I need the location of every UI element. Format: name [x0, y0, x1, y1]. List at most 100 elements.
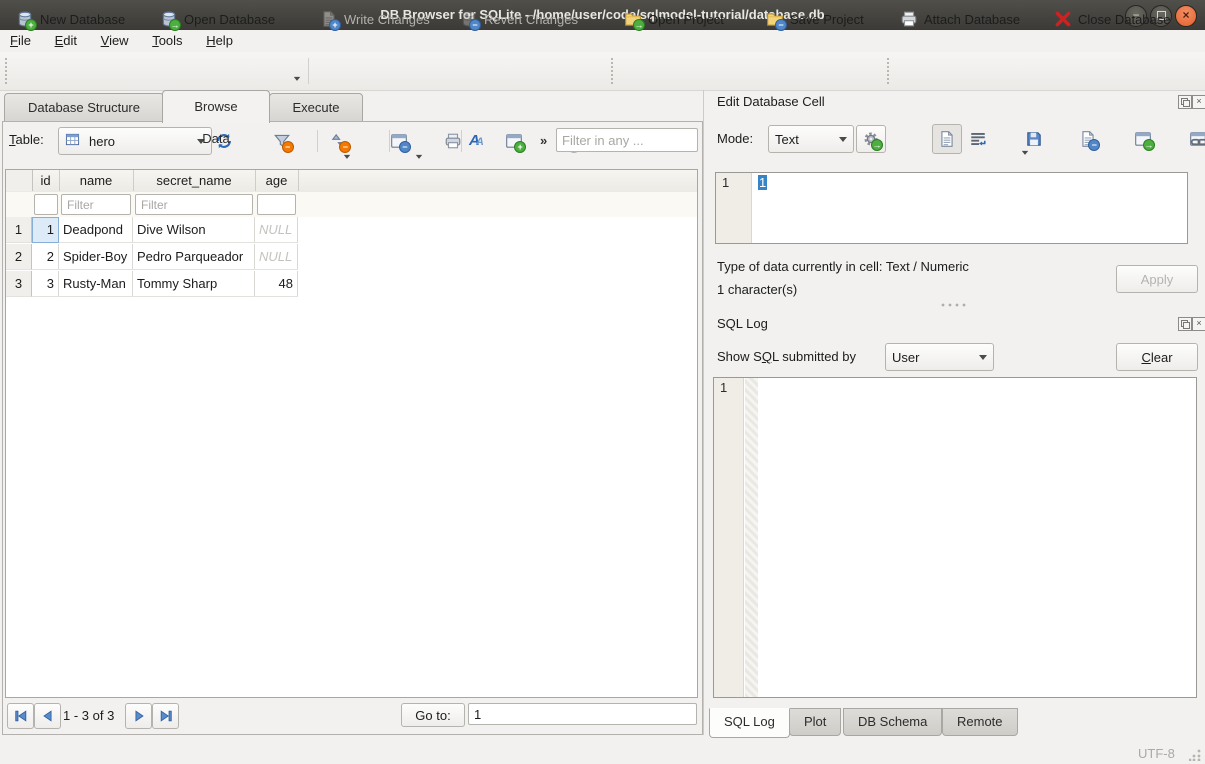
column-header-name[interactable]: name — [59, 170, 134, 191]
copy-table-button[interactable]: − — [390, 132, 408, 150]
cell-secret-name[interactable]: Dive Wilson — [133, 217, 255, 243]
data-grid: id name secret_name age 1 1 Deadpond Div… — [5, 169, 698, 698]
new-database-icon: + — [16, 10, 34, 28]
tab-db-schema[interactable]: DB Schema — [843, 708, 942, 736]
open-database-icon: → — [160, 10, 178, 28]
open-database-button[interactable]: → Open Database — [156, 6, 279, 32]
filter-age-input[interactable] — [257, 194, 296, 215]
tab-remote[interactable]: Remote — [942, 708, 1018, 736]
tab-sql-log[interactable]: SQL Log — [709, 708, 790, 738]
print-button[interactable] — [444, 132, 462, 150]
cell-id[interactable]: 3 — [32, 271, 59, 297]
toolbar-handle[interactable] — [4, 58, 8, 84]
cell-editor-content[interactable]: 1 — [758, 175, 767, 190]
cell-editor[interactable]: 1 1 — [715, 172, 1188, 244]
filter-any-column-input[interactable] — [556, 128, 698, 152]
cell-age[interactable]: NULL — [255, 244, 298, 270]
cell-name[interactable]: Spider-Boy — [59, 244, 133, 270]
auto-switch-mode-button[interactable]: → — [856, 125, 886, 153]
close-button[interactable]: × — [1175, 5, 1197, 27]
cell-secret-name[interactable]: Pedro Parqueador — [133, 244, 255, 270]
float-panel-icon[interactable] — [1178, 95, 1192, 109]
vertical-splitter[interactable] — [703, 90, 704, 735]
close-panel-icon[interactable]: × — [1192, 95, 1205, 109]
horizontal-splitter[interactable] — [940, 303, 970, 308]
clear-log-button[interactable]: Clear — [1116, 343, 1198, 371]
filter-secret-name-input[interactable] — [135, 194, 253, 215]
filter-id-input[interactable] — [34, 194, 58, 215]
write-changes-button: + Write Changes — [316, 6, 434, 32]
goto-input[interactable] — [468, 703, 697, 725]
cell-age[interactable]: 48 — [255, 271, 298, 297]
link-cell-button[interactable] — [1189, 130, 1205, 148]
menu-tools[interactable]: Tools — [142, 30, 192, 51]
row-number[interactable]: 3 — [6, 271, 32, 297]
first-page-button[interactable] — [7, 703, 34, 729]
text-mode-button[interactable] — [932, 124, 962, 154]
cell-name[interactable]: Rusty-Man — [59, 271, 133, 297]
clear-sorting-button[interactable]: − — [330, 132, 348, 150]
menu-edit[interactable]: Edit — [45, 30, 87, 51]
tab-database-structure[interactable]: Database Structure — [4, 93, 164, 122]
previous-page-button[interactable] — [34, 703, 61, 729]
pagination-bar: 1 - 3 of 3 Go to: — [5, 700, 700, 730]
column-header-secret-name[interactable]: secret_name — [133, 170, 256, 191]
toolbar-handle[interactable] — [886, 58, 890, 84]
table-selector[interactable]: hero — [58, 127, 212, 155]
copy-dropdown-icon[interactable] — [344, 155, 350, 162]
tab-browse-data[interactable]: Browse Data — [162, 90, 270, 123]
font-settings-button[interactable]: AA — [469, 132, 484, 149]
mode-label: Mode: — [717, 131, 753, 146]
save-project-icon: − — [766, 10, 784, 28]
column-header-id[interactable]: id — [32, 170, 60, 191]
float-panel-icon[interactable] — [1178, 317, 1192, 331]
gear-icon: → — [862, 130, 880, 148]
goto-button[interactable]: Go to: — [401, 703, 465, 727]
tab-execute-sql[interactable]: Execute SQL — [269, 93, 363, 122]
next-page-button[interactable] — [125, 703, 152, 729]
close-database-button[interactable]: Close Database — [1050, 6, 1175, 32]
export-data-button[interactable]: − — [1079, 130, 1097, 148]
insert-record-button[interactable]: + — [505, 132, 523, 150]
cell-age[interactable]: NULL — [255, 217, 298, 243]
sql-log-editor[interactable]: 1 — [713, 377, 1197, 698]
import-dropdown-icon[interactable] — [1022, 151, 1028, 158]
close-panel-icon[interactable]: × — [1192, 317, 1205, 331]
open-in-external-button[interactable]: → — [1134, 130, 1152, 148]
filter-name-input[interactable] — [61, 194, 131, 215]
cell-name[interactable]: Deadpond — [59, 217, 133, 243]
toolbar-handle[interactable] — [610, 58, 614, 84]
mode-selector[interactable]: Text — [768, 125, 854, 153]
import-data-button[interactable] — [1025, 130, 1043, 148]
menu-help[interactable]: Help — [196, 30, 243, 51]
menu-view[interactable]: View — [91, 30, 139, 51]
resize-grip-icon[interactable] — [1189, 749, 1201, 761]
clear-filters-button[interactable]: − — [273, 132, 291, 150]
cell-secret-name[interactable]: Tommy Sharp — [133, 271, 255, 297]
cell-id[interactable]: 1 — [32, 217, 59, 243]
toolbar-overflow-icon[interactable]: » — [540, 133, 547, 148]
table-row: 3 3 Rusty-Man Tommy Sharp 48 — [6, 271, 697, 298]
attach-database-button[interactable]: Attach Database — [896, 6, 1024, 32]
last-page-button[interactable] — [152, 703, 179, 729]
db-browser-window: DB Browser for SQLite - /home/user/code/… — [0, 0, 1205, 764]
word-wrap-button[interactable] — [969, 130, 987, 148]
save-project-button[interactable]: − Save Project — [762, 6, 868, 32]
sql-log-filter-selector[interactable]: User — [885, 343, 994, 371]
row-number[interactable]: 1 — [6, 217, 32, 243]
tab-plot[interactable]: Plot — [789, 708, 841, 736]
encoding-status[interactable]: UTF-8 — [1138, 746, 1175, 761]
close-icon: × — [1182, 8, 1189, 22]
corner-header[interactable] — [6, 170, 33, 191]
new-database-button[interactable]: + New Database — [12, 6, 129, 32]
column-header-age[interactable]: age — [255, 170, 299, 191]
open-database-dropdown-icon[interactable] — [294, 77, 300, 84]
close-database-icon — [1054, 10, 1072, 28]
menu-file[interactable]: File — [0, 30, 41, 51]
row-number[interactable]: 2 — [6, 244, 32, 270]
insert-record-dropdown-icon[interactable] — [416, 155, 422, 162]
browse-data-panel: Table: hero − − − + − AA » id name secre… — [2, 121, 703, 735]
open-project-button[interactable]: → Open Project — [620, 6, 728, 32]
cell-id[interactable]: 2 — [32, 244, 59, 270]
fold-margin — [745, 378, 758, 697]
